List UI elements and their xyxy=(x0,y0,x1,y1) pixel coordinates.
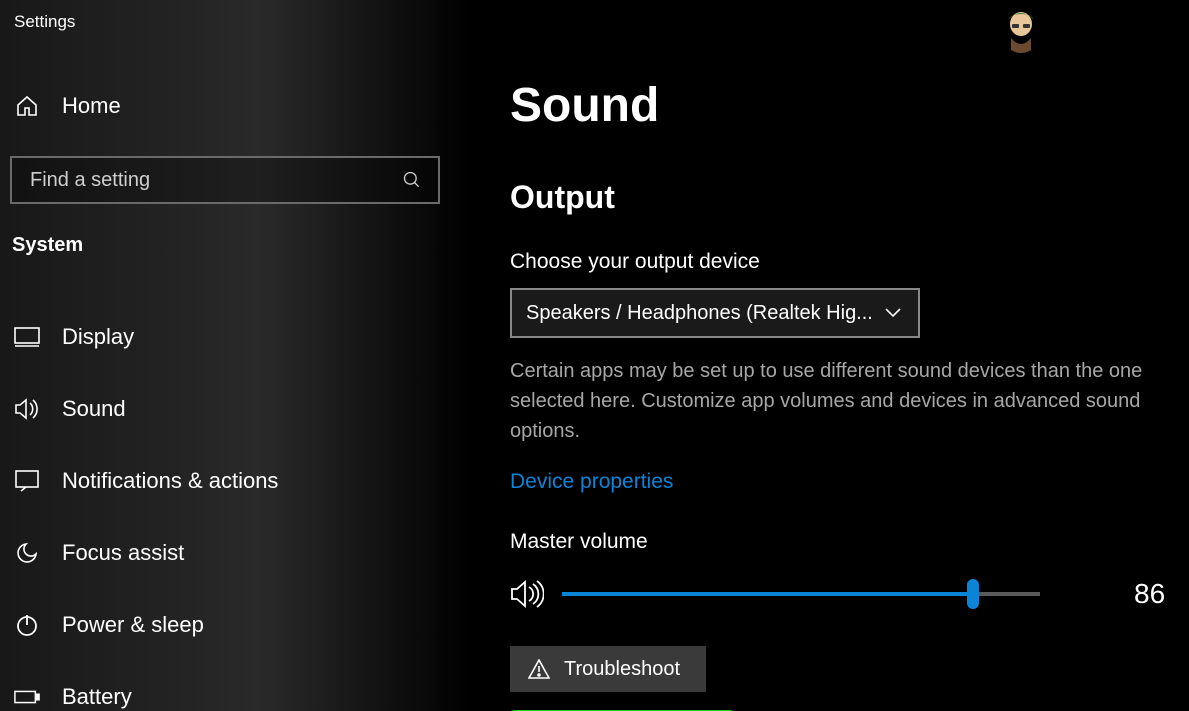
sidebar-item-notifications[interactable]: Notifications & actions xyxy=(0,445,470,517)
window-title: Settings xyxy=(0,4,470,32)
sidebar-item-focus-assist[interactable]: Focus assist xyxy=(0,517,470,589)
power-icon xyxy=(14,613,40,637)
master-volume-label: Master volume xyxy=(510,530,1169,554)
sidebar-item-power-sleep[interactable]: Power & sleep xyxy=(0,589,470,661)
sidebar-item-label: Focus assist xyxy=(62,540,184,566)
warning-icon xyxy=(528,659,550,679)
section-header-system: System xyxy=(0,204,470,257)
battery-icon xyxy=(14,689,40,705)
focus-assist-icon xyxy=(14,541,40,565)
sidebar-item-sound[interactable]: Sound xyxy=(0,373,470,445)
output-device-dropdown[interactable]: Speakers / Headphones (Realtek Hig... xyxy=(510,288,920,338)
sidebar-item-label: Battery xyxy=(62,684,132,710)
chevron-down-icon xyxy=(884,307,902,319)
search-icon xyxy=(402,170,422,190)
main-content: Sound Output Choose your output device S… xyxy=(470,0,1189,711)
sidebar-item-label: Display xyxy=(62,324,134,350)
slider-fill xyxy=(562,592,973,596)
avatar[interactable] xyxy=(1003,10,1039,54)
home-label: Home xyxy=(62,93,121,119)
output-help-text: Certain apps may be set up to use differ… xyxy=(510,356,1169,446)
system-nav: Display Sound Notifications & actions xyxy=(0,301,470,711)
notifications-icon xyxy=(14,470,40,492)
sidebar-item-label: Notifications & actions xyxy=(62,468,278,494)
search-box[interactable] xyxy=(10,156,440,204)
master-volume-row: 86 xyxy=(510,578,1169,610)
output-heading: Output xyxy=(510,179,1169,216)
troubleshoot-button[interactable]: Troubleshoot xyxy=(510,646,706,692)
device-properties-link[interactable]: Device properties xyxy=(510,470,673,494)
settings-sidebar: Settings Home System Display xyxy=(0,0,470,711)
search-input[interactable] xyxy=(30,169,390,192)
slider-thumb[interactable] xyxy=(967,579,979,609)
volume-slider[interactable] xyxy=(562,592,1040,596)
volume-value: 86 xyxy=(1134,578,1165,610)
display-icon xyxy=(14,326,40,348)
page-title: Sound xyxy=(510,78,1169,133)
home-icon xyxy=(14,94,40,118)
sidebar-item-label: Power & sleep xyxy=(62,612,204,638)
volume-icon[interactable] xyxy=(510,579,544,609)
sidebar-item-display[interactable]: Display xyxy=(0,301,470,373)
home-nav[interactable]: Home xyxy=(0,84,470,128)
output-device-value: Speakers / Headphones (Realtek Hig... xyxy=(526,302,873,325)
sound-icon xyxy=(14,397,40,421)
sidebar-item-label: Sound xyxy=(62,396,126,422)
output-device-label: Choose your output device xyxy=(510,250,1169,274)
troubleshoot-label: Troubleshoot xyxy=(564,658,680,681)
sidebar-item-battery[interactable]: Battery xyxy=(0,661,470,711)
